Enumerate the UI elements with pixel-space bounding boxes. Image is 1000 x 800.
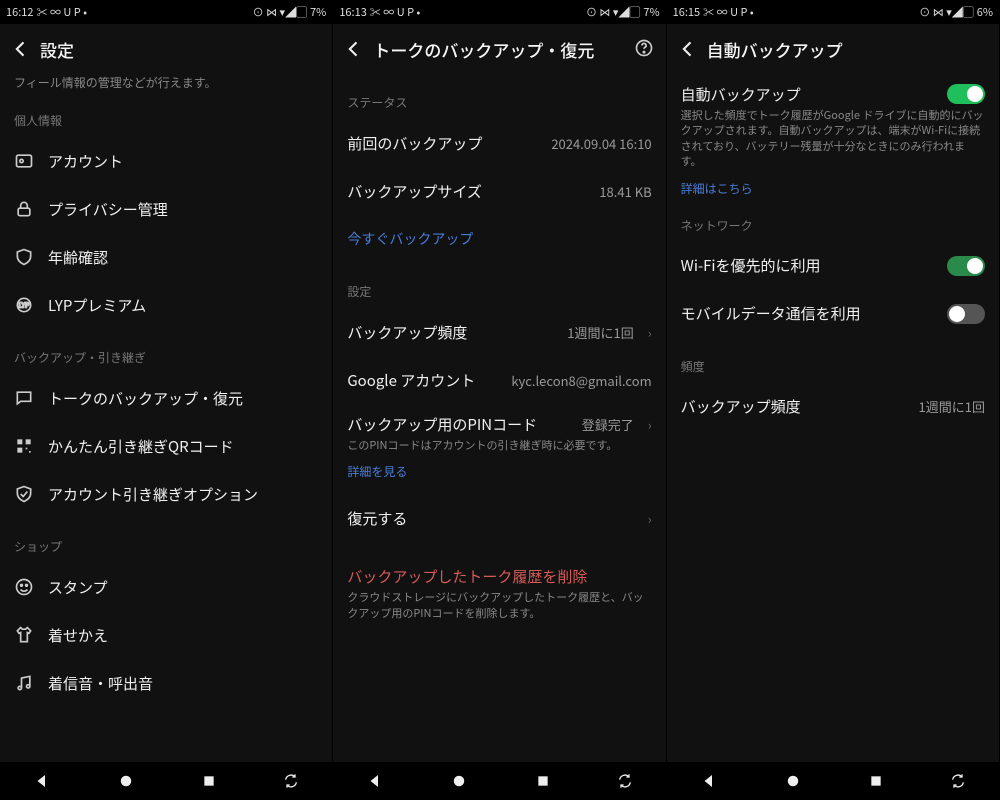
- status-right-icons: ⊙ ⋈ ▾◢▢: [253, 4, 307, 20]
- status-left-icons: ✂ ∞ U P •: [36, 4, 87, 20]
- nav-rotate[interactable]: [950, 773, 966, 789]
- page-title: 設定: [40, 37, 322, 62]
- item-transfer[interactable]: アカウント引き継ぎオプション: [14, 470, 318, 518]
- content-area[interactable]: ステータス 前回のバックアップ 2024.09.04 16:10 バックアップサ…: [333, 74, 665, 762]
- nav-home[interactable]: [117, 772, 135, 790]
- title-bar: 設定: [0, 24, 332, 74]
- back-button[interactable]: [677, 38, 699, 60]
- item-theme[interactable]: 着せかえ: [14, 611, 318, 659]
- backup-now-button[interactable]: 今すぐバックアップ: [347, 215, 651, 263]
- item-backup[interactable]: トークのバックアップ・復元: [14, 374, 318, 422]
- google-account: kyc.lecon8@gmail.com: [511, 371, 651, 390]
- item-privacy[interactable]: プライバシー管理: [14, 185, 318, 233]
- nav-bar: [0, 762, 332, 800]
- autobackup-screen: 16:15 ✂ ∞ U P • ⊙ ⋈ ▾◢▢ 6% 自動バックアップ 自動バッ…: [667, 0, 1000, 800]
- page-title: 自動バックアップ: [707, 37, 989, 62]
- help-button[interactable]: [634, 38, 656, 60]
- section-header: 設定: [347, 283, 651, 300]
- item-age[interactable]: 年齢確認: [14, 233, 318, 281]
- nav-recent[interactable]: [868, 773, 884, 789]
- status-left-icons: ✂ ∞ U P •: [703, 4, 754, 20]
- title-bar: 自動バックアップ: [667, 24, 999, 74]
- item-ringtone[interactable]: 着信音・呼出音: [14, 659, 318, 707]
- row-restore[interactable]: 復元する ›: [347, 494, 651, 542]
- row-frequency[interactable]: バックアップ頻度 1週間に1回 ›: [347, 308, 651, 356]
- backup-screen: 16:13 ✂ ∞ U P • ⊙ ⋈ ▾◢▢ 7% トークのバックアップ・復元…: [333, 0, 666, 800]
- auto-desc: 選択した頻度でトーク履歴がGoogle ドライブに自動的にバックアップされます。…: [681, 108, 985, 170]
- backup-size: 18.41 KB: [599, 182, 651, 201]
- settings-screen: 16:12 ✂ ∞ U P • ⊙ ⋈ ▾◢▢ 7% 設定 フィール情報の管理な…: [0, 0, 333, 800]
- status-bar: 16:15 ✂ ∞ U P • ⊙ ⋈ ▾◢▢ 6%: [667, 0, 999, 24]
- clock: 16:13: [339, 4, 366, 20]
- clock: 16:12: [6, 4, 33, 20]
- row-mobile-data[interactable]: モバイルデータ通信を利用: [681, 290, 985, 338]
- status-right-icons: ⊙ ⋈ ▾◢▢: [919, 4, 973, 20]
- nav-back[interactable]: [700, 772, 718, 790]
- clock: 16:15: [673, 4, 700, 20]
- nav-bar: [667, 762, 999, 800]
- section-header: ネットワーク: [681, 217, 985, 234]
- shirt-icon: [14, 625, 34, 645]
- item-account[interactable]: アカウント: [14, 137, 318, 185]
- auto-backup-toggle[interactable]: [947, 84, 985, 104]
- section-header: 頻度: [681, 358, 985, 375]
- star-icon: LYP: [14, 295, 34, 315]
- item-lyp[interactable]: LYP LYPプレミアム: [14, 281, 318, 329]
- nav-recent[interactable]: [535, 773, 551, 789]
- battery-pct: 7%: [643, 4, 659, 20]
- back-button[interactable]: [10, 38, 32, 60]
- page-title: トークのバックアップ・復元: [373, 37, 625, 62]
- item-qr[interactable]: かんたん引き継ぎQRコード: [14, 422, 318, 470]
- delete-desc: クラウドストレージにバックアップしたトーク履歴と、バックアップ用のPINコードを…: [347, 590, 651, 621]
- status-right-icons: ⊙ ⋈ ▾◢▢: [586, 4, 640, 20]
- row-frequency[interactable]: バックアップ頻度 1週間に1回: [681, 383, 985, 431]
- chevron-right-icon: ›: [648, 415, 652, 434]
- nav-back[interactable]: [366, 772, 384, 790]
- pin-desc: このPINコードはアカウントの引き継ぎ時に必要です。: [347, 438, 651, 453]
- details-link[interactable]: 詳細を見る: [347, 463, 651, 480]
- status-left-icons: ✂ ∞ U P •: [370, 4, 421, 20]
- section-header: バックアップ・引き継ぎ: [14, 349, 318, 366]
- content-area[interactable]: 自動バックアップ 選択した頻度でトーク履歴がGoogle ドライブに自動的にバッ…: [667, 74, 999, 762]
- status-bar: 16:12 ✂ ∞ U P • ⊙ ⋈ ▾◢▢ 7%: [0, 0, 332, 24]
- svg-text:LYP: LYP: [19, 300, 30, 310]
- nav-rotate[interactable]: [617, 773, 633, 789]
- mobile-data-toggle[interactable]: [947, 304, 985, 324]
- title-bar: トークのバックアップ・復元: [333, 24, 665, 74]
- section-header: ショップ: [14, 538, 318, 555]
- check-icon: [14, 484, 34, 504]
- item-label: アカウント: [48, 151, 318, 172]
- item-stamp[interactable]: スタンプ: [14, 563, 318, 611]
- wifi-toggle[interactable]: [947, 256, 985, 276]
- battery-pct: 6%: [977, 4, 993, 20]
- status-bar: 16:13 ✂ ∞ U P • ⊙ ⋈ ▾◢▢ 7%: [333, 0, 665, 24]
- music-icon: [14, 673, 34, 693]
- row-google-account[interactable]: Google アカウント kyc.lecon8@gmail.com: [347, 356, 651, 404]
- top-desc: フィール情報の管理などが行えます。: [14, 74, 318, 92]
- lock-icon: [14, 199, 34, 219]
- last-backup-time: 2024.09.04 16:10: [551, 134, 651, 153]
- smile-icon: [14, 577, 34, 597]
- nav-home[interactable]: [450, 772, 468, 790]
- content-area[interactable]: フィール情報の管理などが行えます。 個人情報 アカウント プライバシー管理 年齢…: [0, 74, 332, 762]
- nav-rotate[interactable]: [283, 773, 299, 789]
- row-last-backup: 前回のバックアップ 2024.09.04 16:10: [347, 119, 651, 167]
- nav-recent[interactable]: [201, 773, 217, 789]
- auto-details-link[interactable]: 詳細はこちら: [681, 180, 985, 197]
- chevron-right-icon: ›: [648, 509, 652, 528]
- battery-pct: 7%: [310, 4, 326, 20]
- row-wifi[interactable]: Wi-Fiを優先的に利用: [681, 242, 985, 290]
- section-header: 個人情報: [14, 112, 318, 129]
- chevron-right-icon: ›: [648, 323, 652, 342]
- qr-icon: [14, 436, 34, 456]
- nav-back[interactable]: [33, 772, 51, 790]
- shield-icon: [14, 247, 34, 267]
- chat-icon: [14, 388, 34, 408]
- nav-bar: [333, 762, 665, 800]
- back-button[interactable]: [343, 38, 365, 60]
- user-icon: [14, 151, 34, 171]
- row-backup-size: バックアップサイズ 18.41 KB: [347, 167, 651, 215]
- nav-home[interactable]: [784, 772, 802, 790]
- section-header: ステータス: [347, 94, 651, 111]
